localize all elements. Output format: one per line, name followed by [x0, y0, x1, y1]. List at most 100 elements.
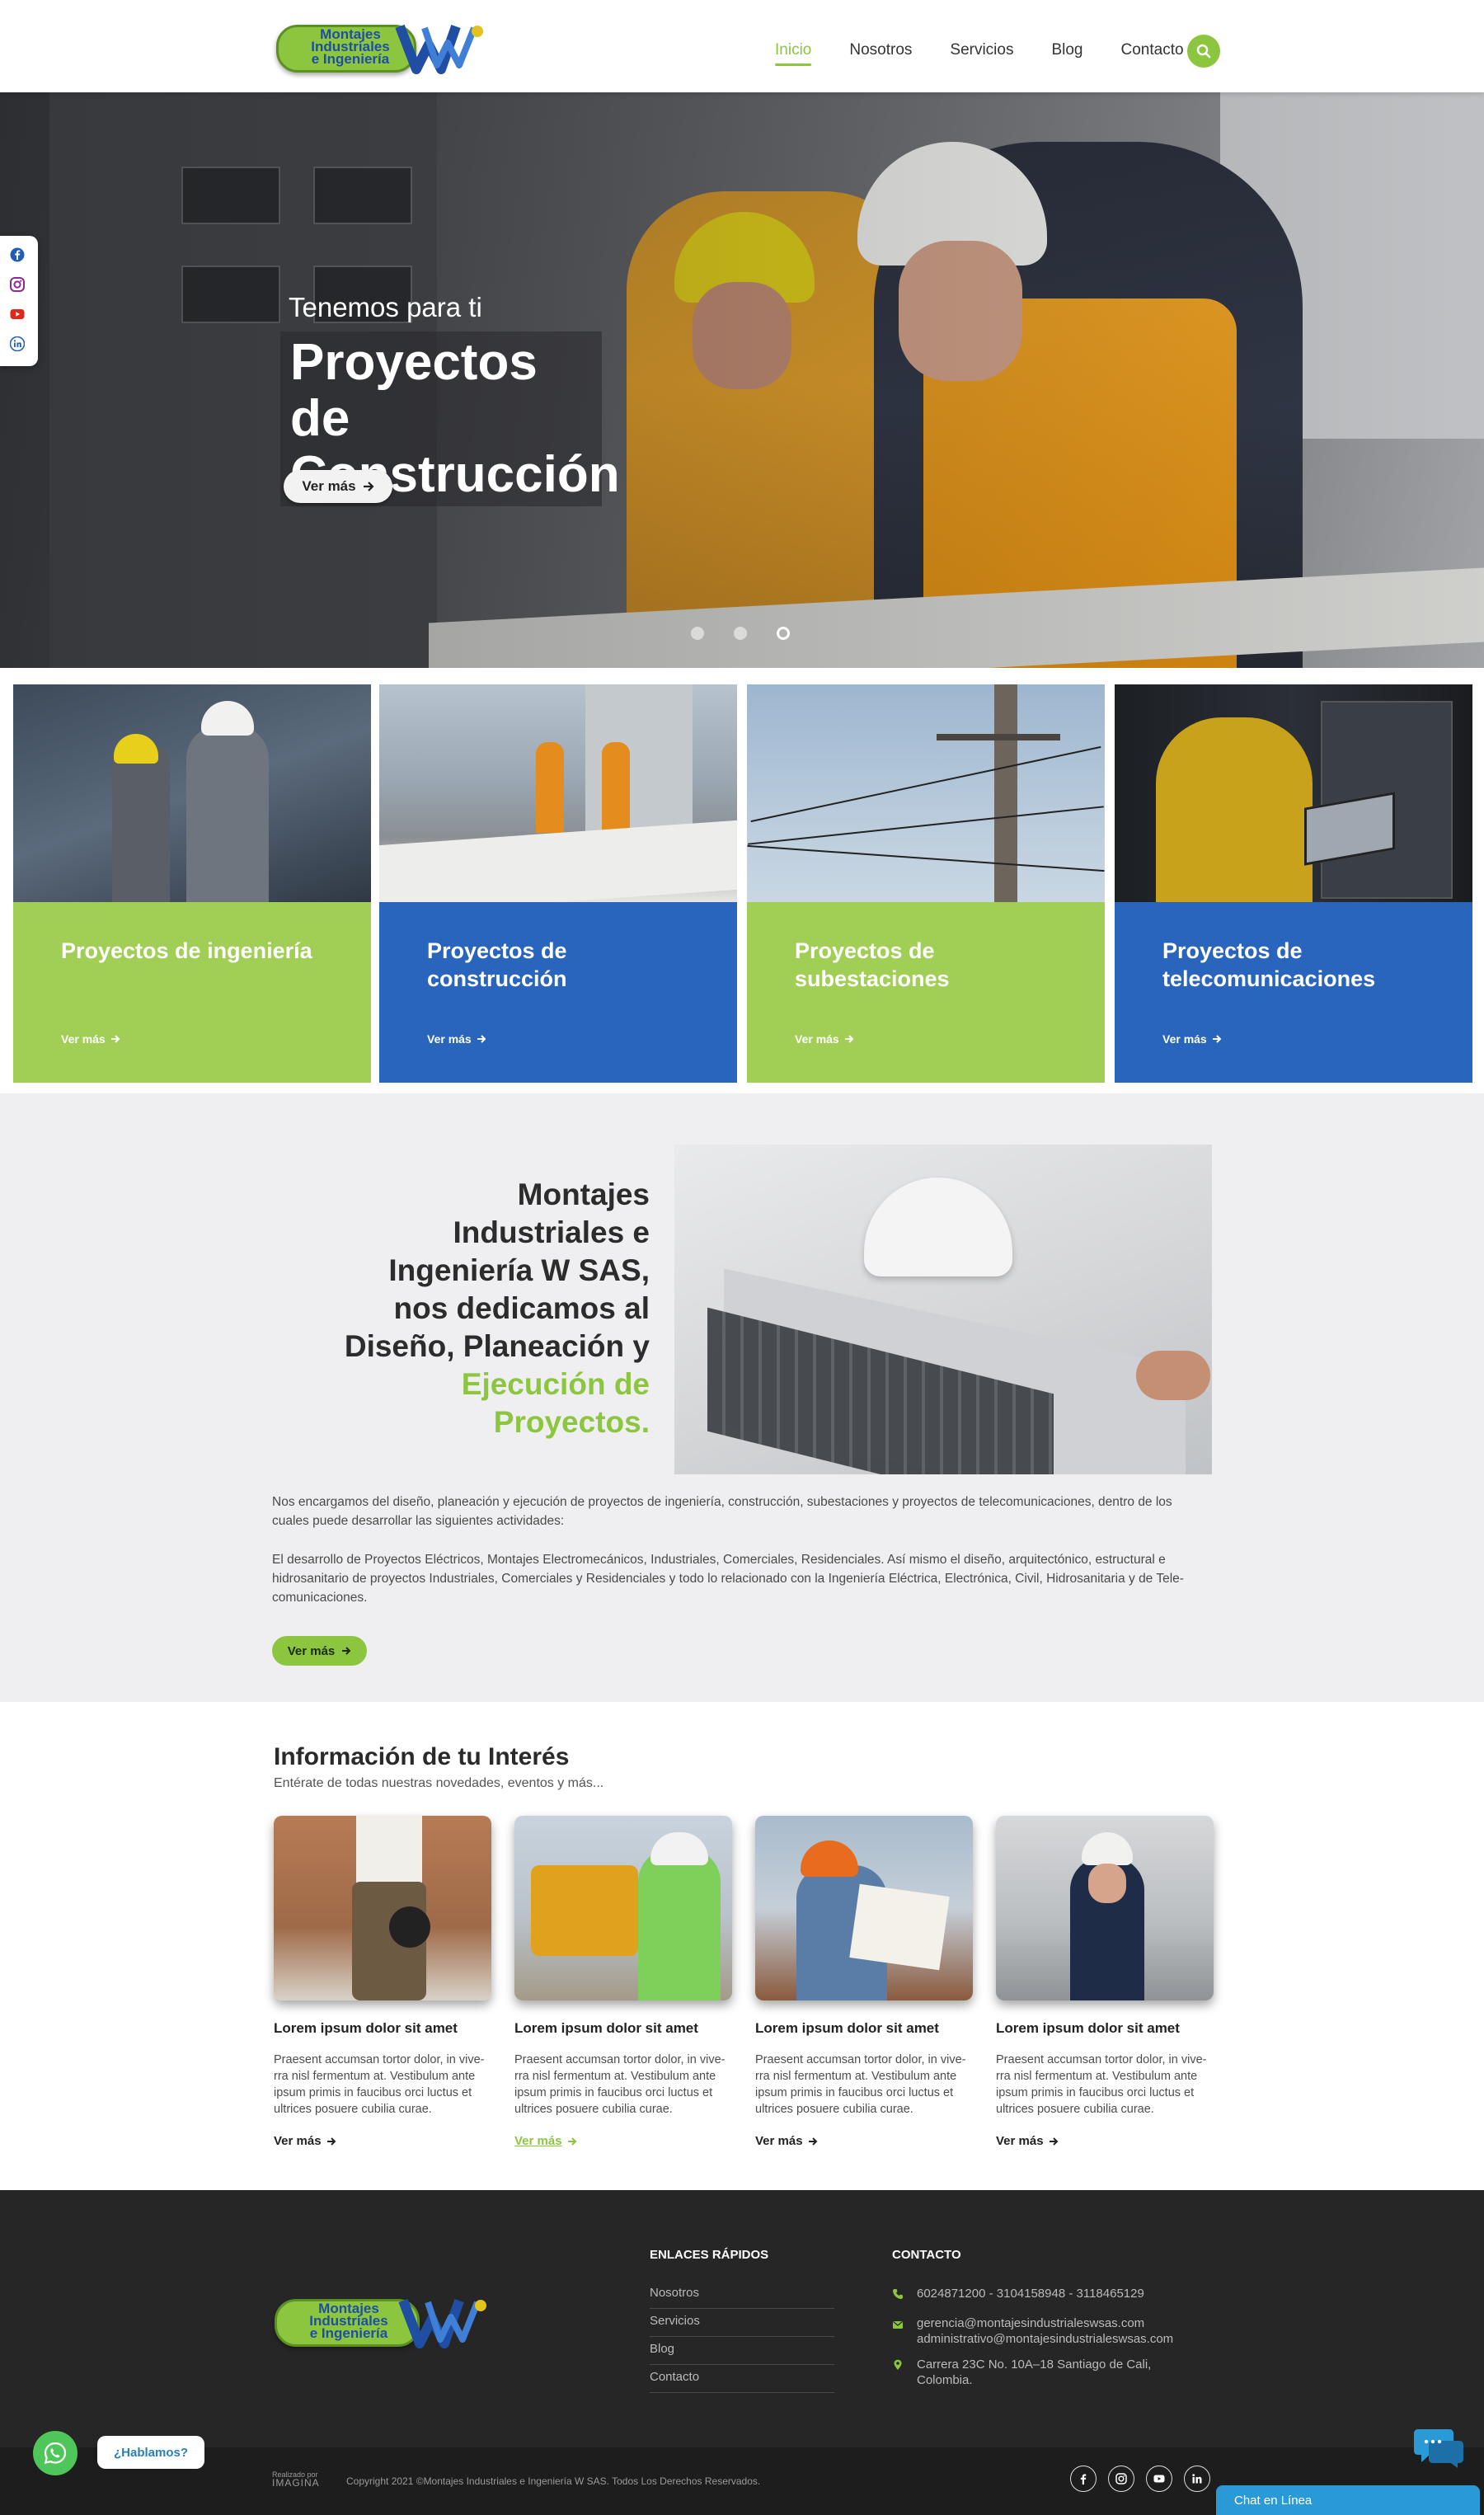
card-link[interactable]: Ver más: [795, 1032, 854, 1046]
footer-contact-title: CONTACTO: [892, 2248, 961, 2262]
whatsapp-icon: [44, 2442, 67, 2465]
facebook-icon: [1080, 2474, 1087, 2484]
youtube-icon: [1153, 2475, 1165, 2483]
made-by-credit[interactable]: Realizado por IMAGINA: [272, 2470, 320, 2489]
facebook-icon[interactable]: [10, 247, 25, 262]
card-link[interactable]: Ver más: [61, 1032, 120, 1046]
linkedin-icon: [1192, 2474, 1202, 2484]
about-heading-plain: Montajes Industriales e Ingeniería W SAS…: [344, 1178, 650, 1363]
arrow-right-icon: [808, 2137, 817, 2146]
card-title: Proyectos de construcción: [427, 938, 567, 991]
logo-w-mark: [395, 24, 483, 74]
about-image: [674, 1145, 1212, 1474]
footer-links-title: ENLACES RÁPIDOS: [650, 2248, 769, 2262]
about-paragraph-2: El desarrollo de Proyectos Eléctricos, M…: [272, 1553, 1184, 1605]
card-image-ingenieria: [13, 684, 371, 902]
footer-link-nosotros[interactable]: Nosotros: [650, 2281, 834, 2309]
card-link[interactable]: Ver más: [427, 1032, 486, 1046]
post-title: Lorem ipsum dolor sit amet: [755, 2020, 939, 2036]
post-image: [755, 1816, 973, 2000]
post-link[interactable]: Ver más: [996, 2134, 1059, 2148]
whatsapp-button[interactable]: [33, 2431, 77, 2475]
instagram-icon[interactable]: [10, 277, 25, 292]
post-link[interactable]: Ver más: [514, 2134, 577, 2148]
slider-dot-3[interactable]: [777, 627, 790, 640]
footer-email-1[interactable]: gerencia@montajesindustrialeswsas.com: [917, 2315, 1144, 2331]
post-title: Lorem ipsum dolor sit amet: [274, 2020, 458, 2036]
card-body-construccion: Proyectos de construcción Ver más: [379, 902, 737, 1083]
card-body-telecomunicaciones: Proyectos de telecomunicaciones Ver más: [1115, 902, 1472, 1083]
post-excerpt: Praesent accumsan tortor dolor, in vive-…: [274, 2053, 485, 2116]
card-link-label: Ver más: [795, 1032, 839, 1046]
footer-link-servicios[interactable]: Servicios: [650, 2309, 834, 2337]
footer-email-2[interactable]: administrativo@montajesindustrialeswsas.…: [917, 2331, 1173, 2347]
footer-facebook-link[interactable]: [1070, 2466, 1097, 2492]
nav-blog[interactable]: Blog: [1051, 41, 1082, 59]
arrow-right-icon: [326, 2137, 336, 2146]
brand-logo[interactable]: Montajes Industriales e Ingeniería: [276, 20, 491, 79]
slider-dot-1[interactable]: [691, 627, 704, 640]
footer-link-contacto[interactable]: Contacto: [650, 2365, 834, 2393]
service-card-construccion[interactable]: Proyectos de construcción Ver más: [379, 684, 737, 1083]
nav-contacto[interactable]: Contacto: [1121, 41, 1184, 59]
service-card-telecomunicaciones[interactable]: Proyectos de telecomunicaciones Ver más: [1115, 684, 1472, 1083]
footer-address-2: Colombia.: [917, 2373, 973, 2387]
footer-phones[interactable]: 6024871200 - 3104158948 - 3118465129: [917, 2286, 1144, 2301]
post-image: [274, 1816, 491, 2000]
slider-dot-2[interactable]: [734, 627, 747, 640]
made-by-brand: IMAGINA: [272, 2477, 320, 2489]
about-more-label: Ver más: [287, 1643, 336, 1658]
card-image-subestaciones: [747, 684, 1105, 902]
instagram-icon: [1115, 2473, 1127, 2484]
live-chat-bar[interactable]: Chat en Línea: [1216, 2485, 1480, 2515]
post-link-label: Ver más: [274, 2134, 322, 2148]
location-icon: [894, 2359, 902, 2370]
card-title: Proyectos de ingeniería: [61, 938, 312, 963]
footer-linkedin-link[interactable]: [1184, 2466, 1210, 2492]
footer-youtube-link[interactable]: [1146, 2466, 1172, 2492]
whatsapp-label[interactable]: ¿Hablamos?: [97, 2436, 205, 2469]
arrow-right-icon: [1049, 2137, 1058, 2146]
main-nav: Inicio Nosotros Servicios Blog Contacto: [775, 41, 1184, 66]
post-title: Lorem ipsum dolor sit amet: [514, 2020, 698, 2036]
post-link[interactable]: Ver más: [274, 2134, 336, 2148]
post-link-label: Ver más: [755, 2134, 803, 2148]
about-paragraph-1: Nos encargamos del diseño, planeación y …: [272, 1495, 1172, 1528]
social-sidebar: [0, 236, 38, 366]
copyright-text: Copyright 2021 ©Montajes Industriales e …: [346, 2475, 761, 2487]
post-excerpt: Praesent accumsan tortor dolor, in vive-…: [755, 2053, 966, 2116]
slider-dots: [691, 627, 790, 640]
site-header: Montajes Industriales e Ingeniería Inici…: [0, 0, 1484, 92]
nav-servicios[interactable]: Servicios: [950, 41, 1013, 59]
service-card-subestaciones[interactable]: Proyectos de subestaciones Ver más: [747, 684, 1105, 1083]
logo-w-mark: [398, 2298, 486, 2348]
arrow-right-icon: [342, 1647, 351, 1655]
post-excerpt: Praesent accumsan tortor dolor, in vive-…: [514, 2053, 726, 2116]
linkedin-icon[interactable]: [10, 336, 25, 351]
phone-icon: [893, 2289, 903, 2299]
card-link-label: Ver más: [1162, 1032, 1207, 1046]
post-link[interactable]: Ver más: [755, 2134, 818, 2148]
footer-link-blog[interactable]: Blog: [650, 2337, 834, 2365]
service-card-ingenieria[interactable]: Proyectos de ingeniería Ver más: [13, 684, 371, 1083]
footer-logo[interactable]: Montajes Industriales e Ingeniería: [275, 2294, 497, 2360]
footer-address-1: Carrera 23C No. 10A–18 Santiago de Cali,: [917, 2358, 1152, 2372]
arrow-right-icon: [110, 1035, 120, 1043]
mail-icon: [893, 2320, 903, 2329]
card-image-telecomunicaciones: [1115, 684, 1472, 902]
search-button[interactable]: [1187, 35, 1220, 68]
about-more-button[interactable]: Ver más: [272, 1636, 367, 1666]
chat-bubble-icon[interactable]: [1413, 2426, 1464, 2469]
youtube-icon[interactable]: [10, 307, 25, 322]
hero-cta-button[interactable]: Ver más: [284, 470, 392, 503]
about-heading: Montajes Industriales e Ingeniería W SAS…: [340, 1176, 650, 1441]
about-section: Montajes Industriales e Ingeniería W SAS…: [0, 1093, 1484, 1702]
nav-nosotros[interactable]: Nosotros: [849, 41, 912, 59]
footer-instagram-link[interactable]: [1108, 2466, 1134, 2492]
post-image: [996, 1816, 1214, 2000]
card-link[interactable]: Ver más: [1162, 1032, 1222, 1046]
card-body-ingenieria: Proyectos de ingeniería Ver más: [13, 902, 371, 1083]
arrow-right-icon: [477, 1035, 486, 1043]
nav-inicio[interactable]: Inicio: [775, 41, 812, 66]
hero-cta-label: Ver más: [302, 478, 356, 494]
